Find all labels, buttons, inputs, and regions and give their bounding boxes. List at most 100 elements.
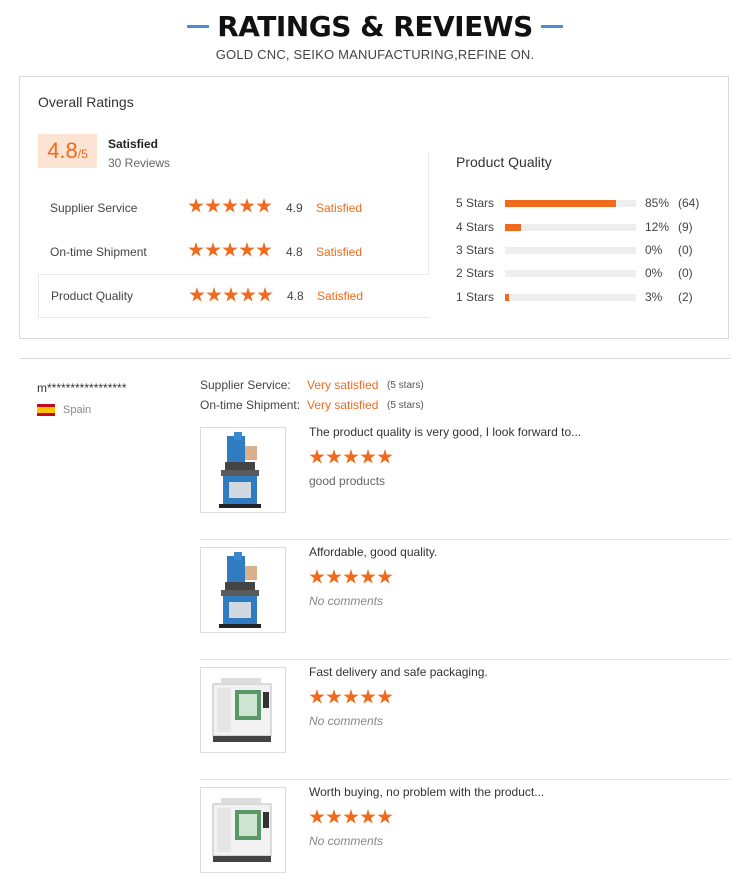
star-icon [360,689,376,704]
metric-status: Satisfied [316,201,363,215]
star-icon [256,242,272,257]
bar-fill [505,200,617,207]
star-icon [343,449,359,464]
star-distribution-row: 3 Stars 0% (0) [456,242,716,258]
star-icon [326,689,342,704]
star-icon [222,242,238,257]
star-icon [343,689,359,704]
bar-count: (64) [678,196,700,210]
bar-track [505,224,636,231]
supplier-service-label: Supplier Service: [200,378,291,392]
metric-score: 4.8 [287,289,304,303]
metric-name: Supplier Service [50,201,138,215]
star-icon [377,449,393,464]
review-item: The product quality is very good, I look… [200,420,731,540]
product-thumbnail[interactable] [200,667,286,753]
bar-track [505,270,636,277]
metric-supplier-service[interactable]: Supplier Service 4.9 Satisfied [38,186,430,230]
star-rating [309,809,393,825]
metric-name: Product Quality [51,289,134,303]
star-icon [205,198,221,213]
star-distribution-row: 5 Stars 85% (64) [456,195,716,211]
overall-score: 4.8 [47,138,78,163]
star-icon [309,689,325,704]
metric-name: On-time Shipment [50,245,147,259]
star-rating [309,689,393,705]
product-quality-title: Product Quality [456,154,552,170]
review-comment: good products [309,474,386,488]
section-divider [19,358,731,359]
shipment-stars: (5 stars) [387,400,424,411]
star-distribution-row: 2 Stars 0% (0) [456,265,716,281]
star-icon [343,569,359,584]
overall-ratings-panel: Overall Ratings 4.8 /5 Satisfied 30 Revi… [19,76,729,339]
star-distribution-row: 4 Stars 12% (9) [456,219,716,235]
supplier-service-value: Very satisfied [307,378,379,392]
star-icon [309,809,325,824]
supplier-service-stars: (5 stars) [387,380,424,391]
star-rating [309,569,393,585]
star-icon [189,287,205,302]
review-item: Affordable, good quality. No comments [200,540,731,660]
star-icon [256,198,272,213]
star-icon [377,809,393,824]
review-comment: No comments [309,834,384,848]
bar-track [505,200,636,207]
review-count: 30 Reviews [108,156,171,170]
review-text: Affordable, good quality. [309,545,438,559]
bar-percent: 85% [645,196,670,210]
bar-fill [505,224,521,231]
metric-status: Satisfied [317,289,364,303]
bar-count: (9) [678,220,693,234]
metric-product-quality[interactable]: Product Quality 4.8 Satisfied [38,274,430,318]
star-icon [326,569,342,584]
bar-label: 5 Stars [456,196,495,210]
product-thumbnail[interactable] [200,787,286,873]
panel-divider [428,153,429,273]
star-icon [360,569,376,584]
bar-fill [505,294,509,301]
shipment-rating: On-time Shipment: Very satisfied (5 star… [200,398,424,412]
star-rating [189,287,273,303]
review-item: Fast delivery and safe packaging. No com… [200,660,731,780]
bar-count: (0) [678,243,693,257]
header-line-left [187,25,210,28]
star-icon [240,287,256,302]
review-item: Worth buying, no problem with the produc… [200,780,731,890]
bar-percent: 0% [645,266,663,280]
bar-label: 1 Stars [456,290,495,304]
header-line-right [540,25,563,28]
spain-flag-icon [37,404,55,416]
bar-label: 4 Stars [456,220,495,234]
star-icon [326,449,342,464]
overall-score-badge: 4.8 /5 [38,134,97,168]
metric-on-time-shipment[interactable]: On-time Shipment 4.8 Satisfied [38,230,430,274]
star-icon [360,449,376,464]
star-icon [239,198,255,213]
overall-ratings-title: Overall Ratings [38,94,134,110]
star-icon [188,242,204,257]
star-distribution-row: 1 Stars 3% (2) [456,289,716,305]
bar-count: (0) [678,266,693,280]
metric-score: 4.8 [286,245,303,259]
bar-track [505,294,636,301]
header-subtitle: GOLD CNC, SEIKO MANUFACTURING,REFINE ON. [215,47,535,62]
review-text: Fast delivery and safe packaging. [309,665,488,679]
bar-track [505,247,636,254]
product-thumbnail[interactable] [200,547,286,633]
star-icon [360,809,376,824]
star-icon [188,198,204,213]
metric-score: 4.9 [286,201,303,215]
bar-label: 2 Stars [456,266,495,280]
overall-score-suffix: /5 [77,147,88,161]
header-title-wrap: RATINGS & REVIEWS [187,10,563,43]
star-icon [309,569,325,584]
star-icon [309,449,325,464]
star-icon [343,809,359,824]
bar-percent: 3% [645,290,663,304]
star-icon [239,242,255,257]
product-thumbnail[interactable] [200,427,286,513]
star-rating [309,449,393,465]
reviewer-name: m***************** [37,381,127,395]
star-icon [206,287,222,302]
